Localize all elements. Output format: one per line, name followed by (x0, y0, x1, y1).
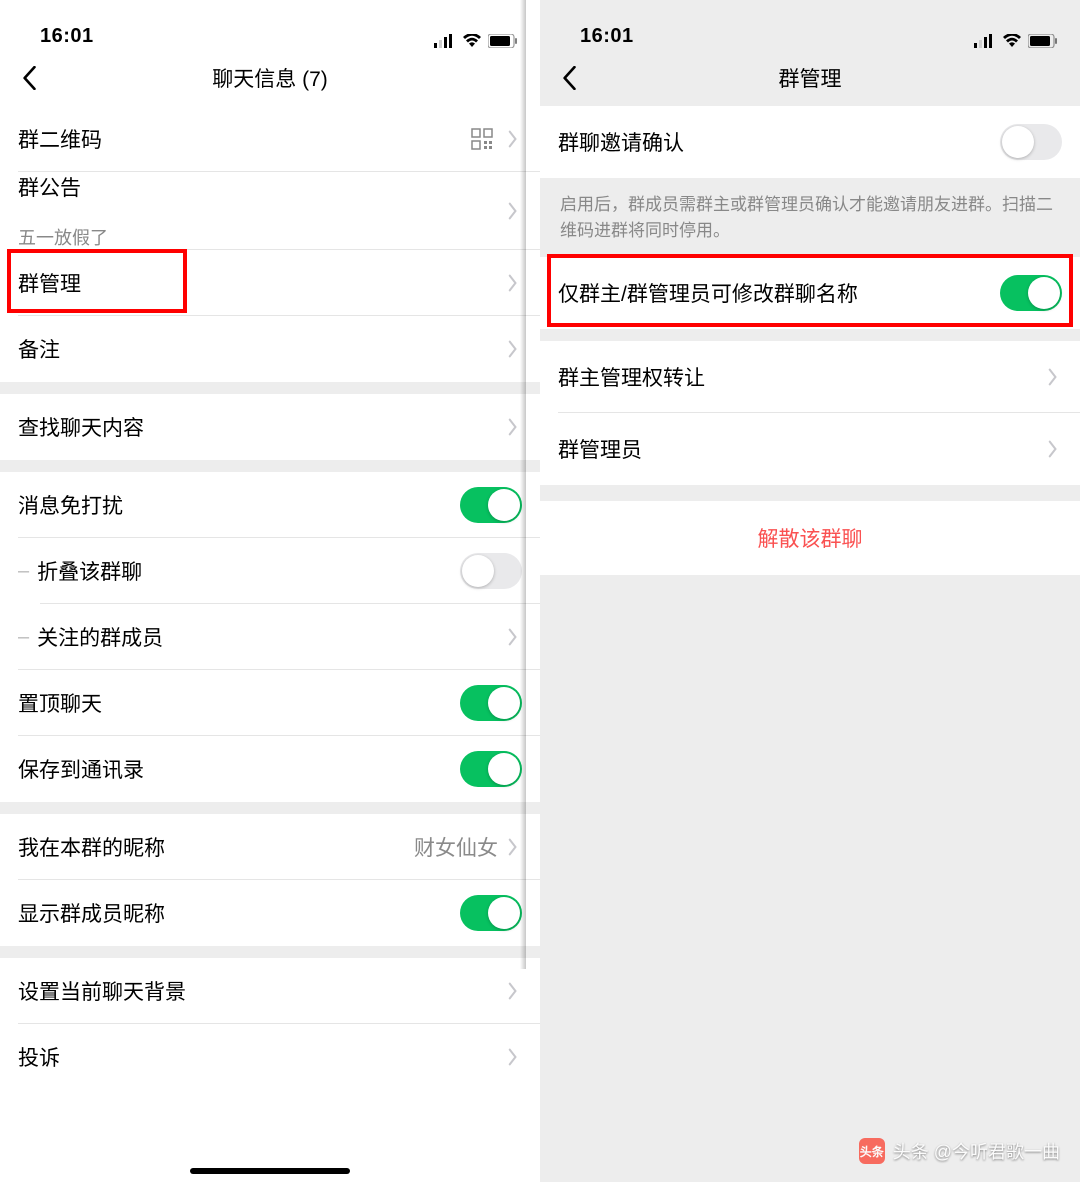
section-footer: 启用后，群成员需群主或群管理员确认才能邀请朋友进群。扫描二维码进群将同时停用。 (540, 178, 1080, 257)
cell-complaint[interactable]: 投诉 (0, 1024, 540, 1090)
toggle-fold[interactable] (460, 553, 522, 589)
status-time: 16:01 (40, 25, 94, 48)
phone-chat-info: 16:01 聊天信息 (7) 群二维码 群公告 五一放假了 (0, 0, 540, 1182)
cell-label: 群公告 (18, 172, 81, 222)
wifi-icon (1002, 34, 1022, 48)
cell-group-admins[interactable]: 群管理员 (540, 413, 1080, 485)
toggle-invite-confirm[interactable] (1000, 124, 1062, 160)
chevron-left-icon (22, 66, 36, 90)
signal-icon (974, 34, 996, 48)
phone-group-manage: 16:01 群管理 群聊邀请确认 启用后，群成员需群主或群管理员确认才能邀请朋友… (540, 0, 1080, 1182)
wifi-icon (462, 34, 482, 48)
toutiao-logo-icon: 头条 (859, 1138, 885, 1164)
cell-label: 查找聊天内容 (18, 412, 504, 442)
toggle-show-nick[interactable] (460, 895, 522, 931)
toggle-only-admin-rename[interactable] (1000, 275, 1062, 311)
dash-icon: – (18, 560, 29, 583)
page-title: 聊天信息 (7) (0, 63, 540, 93)
cell-label: 置顶聊天 (18, 688, 460, 718)
cell-label: 显示群成员昵称 (18, 898, 460, 928)
divider-shadow (520, 0, 526, 969)
cell-label: 设置当前聊天背景 (18, 976, 504, 1006)
cell-label: 折叠该群聊 (37, 556, 460, 586)
home-indicator (190, 1168, 350, 1174)
cell-transfer-owner[interactable]: 群主管理权转让 (540, 341, 1080, 413)
watermark-text: 头条 @今听君歌一曲 (893, 1138, 1060, 1164)
cell-remark[interactable]: 备注 (0, 316, 540, 382)
cell-label: 备注 (18, 334, 504, 364)
status-bar: 16:01 (540, 0, 1080, 50)
cell-label: 群主管理权转让 (558, 362, 1044, 392)
cell-sub: 五一放假了 (18, 224, 108, 250)
page-title: 群管理 (540, 63, 1080, 93)
cell-label: 群管理员 (558, 434, 1044, 464)
cell-label: 群聊邀请确认 (558, 127, 1000, 157)
chevron-right-icon (1044, 440, 1062, 458)
toggle-mute[interactable] (460, 487, 522, 523)
cell-value: 财女仙女 (414, 832, 498, 862)
back-button[interactable] (554, 63, 584, 93)
cell-show-nicknames[interactable]: 显示群成员昵称 (0, 880, 540, 946)
chevron-right-icon (1044, 368, 1062, 386)
cell-label: 保存到通讯录 (18, 754, 460, 784)
cell-save-contacts[interactable]: 保存到通讯录 (0, 736, 540, 802)
watermark: 头条 头条 @今听君歌一曲 (859, 1138, 1060, 1164)
cell-search-history[interactable]: 查找聊天内容 (0, 394, 540, 460)
nav-bar: 群管理 (540, 50, 1080, 106)
cell-chat-background[interactable]: 设置当前聊天背景 (0, 958, 540, 1024)
battery-icon (1028, 34, 1058, 48)
cell-label: 关注的群成员 (37, 622, 504, 652)
chevron-left-icon (562, 66, 576, 90)
status-bar: 16:01 (0, 0, 540, 50)
cell-my-nickname[interactable]: 我在本群的昵称 财女仙女 (0, 814, 540, 880)
qr-icon (470, 127, 494, 151)
chevron-right-icon (504, 982, 522, 1000)
nav-bar: 聊天信息 (7) (0, 50, 540, 106)
toggle-save[interactable] (460, 751, 522, 787)
cell-fold[interactable]: – 折叠该群聊 (0, 538, 540, 604)
cell-pin[interactable]: 置顶聊天 (0, 670, 540, 736)
status-icons (434, 34, 518, 48)
cell-invite-confirm[interactable]: 群聊邀请确认 (540, 106, 1080, 178)
cell-label: 仅群主/群管理员可修改群聊名称 (558, 278, 1000, 308)
cell-group-notice[interactable]: 群公告 五一放假了 (0, 172, 540, 250)
cell-mute[interactable]: 消息免打扰 (0, 472, 540, 538)
cell-only-admin-rename[interactable]: 仅群主/群管理员可修改群聊名称 (540, 257, 1080, 329)
cell-follow-members[interactable]: – 关注的群成员 (0, 604, 540, 670)
battery-icon (488, 34, 518, 48)
cell-label: 消息免打扰 (18, 490, 460, 520)
status-time: 16:01 (580, 25, 634, 48)
cell-group-qr[interactable]: 群二维码 (0, 106, 540, 172)
cell-label: 群二维码 (18, 124, 470, 154)
disband-group-button[interactable]: 解散该群聊 (540, 501, 1080, 575)
status-icons (974, 34, 1058, 48)
toggle-pin[interactable] (460, 685, 522, 721)
cell-label: 我在本群的昵称 (18, 832, 414, 862)
signal-icon (434, 34, 456, 48)
cell-group-manage[interactable]: 群管理 (0, 250, 540, 316)
cell-label: 群管理 (18, 268, 504, 298)
chevron-right-icon (504, 1048, 522, 1066)
back-button[interactable] (14, 63, 44, 93)
dash-icon: – (18, 626, 29, 649)
cell-label: 投诉 (18, 1042, 504, 1072)
